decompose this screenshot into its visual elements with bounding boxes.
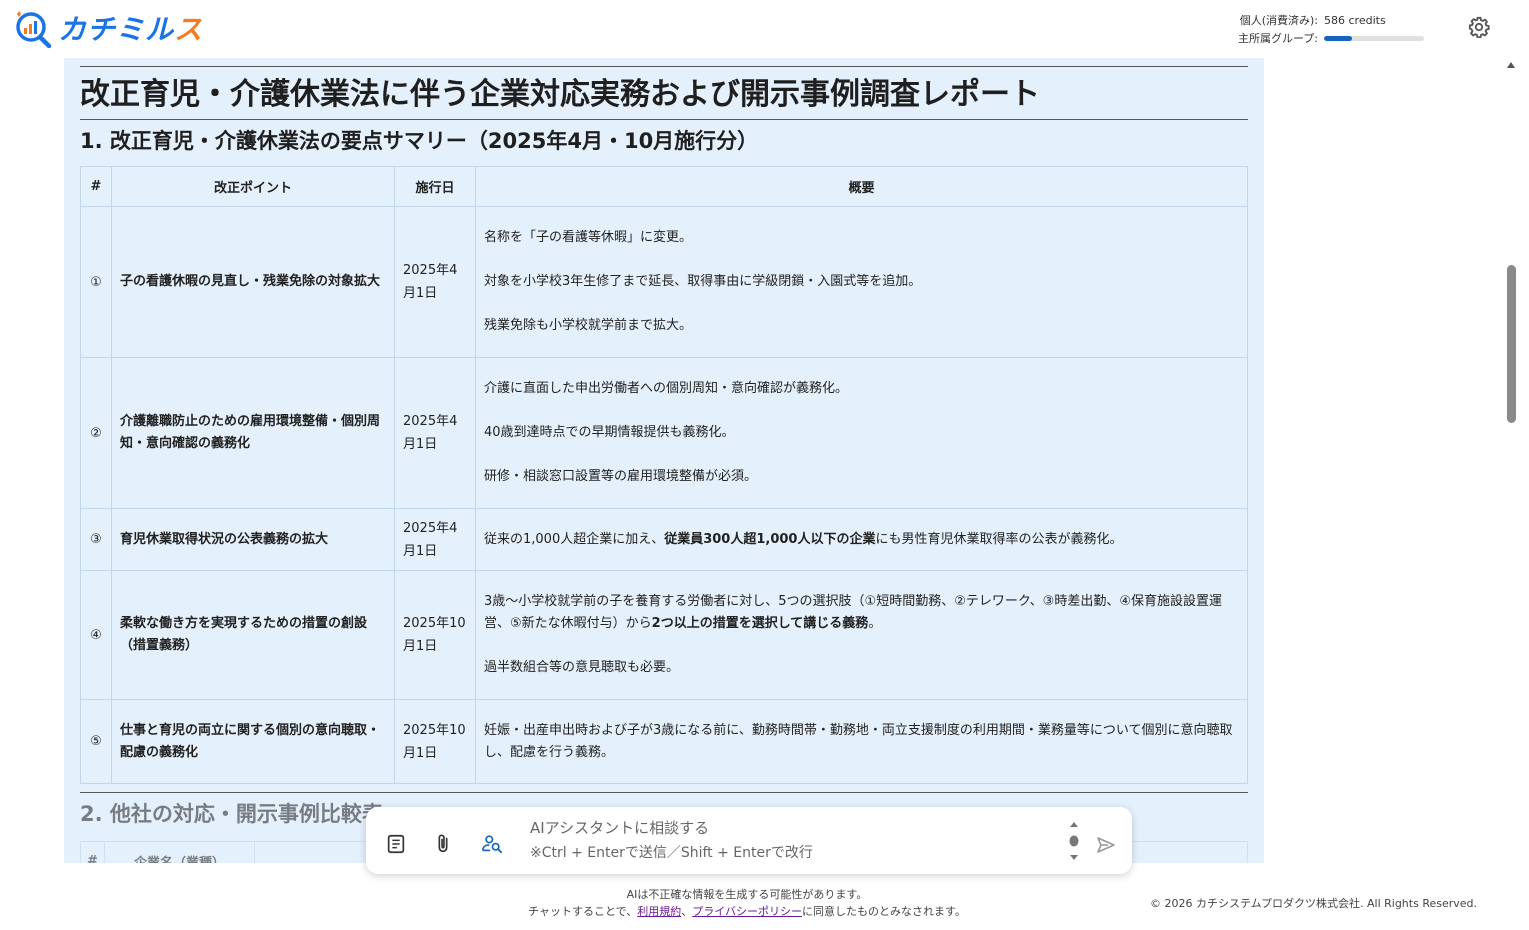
row-number: ② (80, 357, 112, 509)
summary-line: 妊娠・出産申出時および子が3歳になる前に、勤務時間帯・勤務地・両立支援制度の利用… (484, 722, 1233, 760)
row-summary: 従来の1,000人超企業に加え、従業員300人超1,000人以下の企業にも男性育… (475, 508, 1248, 571)
app-header: カチミルス 個人(消費済み): 586 credits 主所属グループ: (0, 0, 1529, 58)
section-heading-1: 1. 改正育児・介護休業法の要点サマリー（2025年4月・10月施行分） (80, 129, 759, 153)
privacy-policy-link[interactable]: プライバシーポリシー (692, 905, 802, 918)
table-row: ① 子の看護休暇の見直し・残業免除の対象拡大 2025年4月1日 名称を「子の看… (80, 206, 1248, 358)
resize-stepper-icon[interactable] (1068, 821, 1080, 861)
terms-link[interactable]: 利用規約 (637, 905, 681, 918)
column-header: 施行日 (394, 166, 476, 207)
table-row: ③ 育児休業取得状況の公表義務の拡大 2025年4月1日 従来の1,000人超企… (80, 508, 1248, 571)
column-header: # (80, 841, 105, 863)
row-point: 子の看護休暇の見直し・残業免除の対象拡大 (111, 206, 395, 358)
magnifier-chart-icon (16, 11, 52, 48)
row-date: 2025年10月1日 (394, 570, 476, 700)
summary-text: 従来の1,000人超企業に加え、 (484, 531, 665, 547)
gear-icon[interactable] (1468, 16, 1490, 38)
summary-emphasis: 2つ以上の措置を選択して講じる義務 (651, 616, 869, 631)
scrollbar-thumb[interactable] (1507, 265, 1516, 423)
row-point: 仕事と育児の両立に関する個別の意向聴取・配慮の義務化 (111, 699, 395, 784)
summary-line: 40歳到達時点での早期情報提供も義務化。 (484, 425, 735, 440)
table-header-row: # 改正ポイント 施行日 概要 (80, 166, 1248, 207)
row-summary: 妊娠・出産申出時および子が3歳になる前に、勤務時間帯・勤務地・両立支援制度の利用… (475, 699, 1248, 784)
document-icon[interactable] (385, 833, 407, 855)
summary-line: 3歳〜小学校就学前の子を養育する労働者に対し、5つの選択肢（①短時間勤務、②テレ… (484, 591, 1239, 635)
group-credits-label: 主所属グループ: (1237, 32, 1318, 45)
row-date: 2025年10月1日 (394, 699, 476, 784)
chat-input-field[interactable]: AIアシスタントに相談する (530, 817, 709, 838)
personal-credits-value: 586 credits (1324, 13, 1386, 27)
row-date: 2025年4月1日 (394, 357, 476, 509)
group-credits-progress (1324, 35, 1424, 41)
row-summary: 名称を「子の看護等休暇」に変更。 対象を小学校3年生修了まで延長、取得事由に学級… (475, 206, 1248, 358)
row-date: 2025年4月1日 (394, 206, 476, 358)
summary-line: 対象を小学校3年生修了まで延長、取得事由に学級閉鎖・入園式等を追加。 (484, 274, 922, 289)
row-point: 介護離職防止のための雇用環境整備・個別周知・意向確認の義務化 (111, 357, 395, 509)
summary-text: にも男性育児休業取得率の公表が義務化。 (875, 531, 1123, 547)
row-number: ⑤ (80, 699, 112, 784)
report-title: 改正育児・介護休業法に伴う企業対応実務および開示事例調査レポート (80, 77, 1040, 112)
app-logo-text: カチミルス (58, 13, 204, 46)
row-date: 2025年4月1日 (394, 508, 476, 571)
app-logo[interactable]: カチミルス (14, 8, 203, 48)
row-point: 柔軟な働き方を実現するための措置の創設（措置義務） (111, 570, 395, 700)
send-icon[interactable] (1096, 836, 1116, 854)
copyright: © 2026 カチシステムプロダクツ株式会社. All Rights Reser… (1150, 897, 1478, 910)
report-document: 改正育児・介護休業法に伴う企業対応実務および開示事例調査レポート 1. 改正育児… (64, 58, 1264, 863)
row-summary: 3歳〜小学校就学前の子を養育する労働者に対し、5つの選択肢（①短時間勤務、②テレ… (475, 570, 1248, 700)
credits-panel: 個人(消費済み): 586 credits 主所属グループ: (1228, 11, 1424, 47)
group-credits-progress-fill (1324, 35, 1352, 41)
amendment-summary-table: # 改正ポイント 施行日 概要 ① 子の看護休暇の見直し・残業免除の対象拡大 2… (80, 166, 1248, 784)
paperclip-icon[interactable] (432, 833, 454, 855)
user-search-icon[interactable] (481, 833, 503, 855)
summary-line: 研修・相談窓口設置等の雇用環境整備が必須。 (484, 469, 758, 484)
summary-line: 名称を「子の看護等休暇」に変更。 (484, 230, 693, 245)
table-row: ② 介護離職防止のための雇用環境整備・個別周知・意向確認の義務化 2025年4月… (80, 357, 1248, 509)
table-row: ⑤ 仕事と育児の両立に関する個別の意向聴取・配慮の義務化 2025年10月1日 … (80, 699, 1248, 784)
column-header: 改正ポイント (111, 166, 395, 207)
summary-line: 過半数組合等の意見聴取も必要。 (484, 660, 680, 675)
column-header: # (80, 166, 112, 207)
table-row: ④ 柔軟な働き方を実現するための措置の創設（措置義務） 2025年10月1日 3… (80, 570, 1248, 700)
row-number: ① (80, 206, 112, 358)
row-point: 育児休業取得状況の公表義務の拡大 (111, 508, 395, 571)
column-header: 概要 (475, 166, 1248, 207)
row-summary: 介護に直面した申出労働者への個別周知・意向確認が義務化。 40歳到達時点での早期… (475, 357, 1248, 509)
chat-input-hint: ※Ctrl + Enterで送信／Shift + Enterで改行 (530, 845, 813, 861)
page-scrollbar[interactable] (1504, 58, 1529, 863)
summary-text: 。 (868, 616, 882, 631)
row-number: ④ (80, 570, 112, 700)
personal-credits-label: 個人(消費済み): (1239, 14, 1318, 27)
column-header: 企業名（業種） (104, 841, 255, 863)
summary-line: 残業免除も小学校就学前まで拡大。 (484, 318, 693, 333)
summary-emphasis: 従業員300人超1,000人以下の企業 (664, 531, 876, 547)
scroll-up-arrow-icon[interactable] (1507, 62, 1515, 68)
row-number: ③ (80, 508, 112, 571)
summary-line: 介護に直面した申出労働者への個別周知・意向確認が義務化。 (484, 381, 849, 396)
chat-input-box: AIアシスタントに相談する ※Ctrl + Enterで送信／Shift + E… (366, 807, 1132, 874)
